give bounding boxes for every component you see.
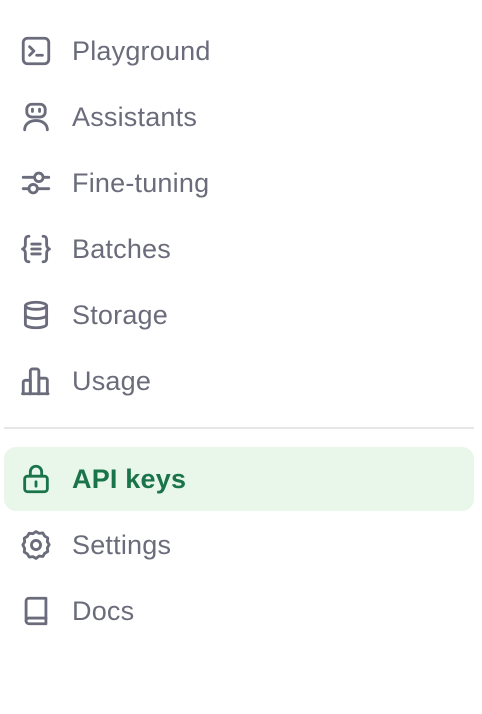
sidebar-group-primary: Playground Assistants Fine-tuning Batche… — [0, 19, 482, 413]
sidebar-group-secondary: API keys Settings Docs — [0, 447, 482, 643]
sidebar-item-label: Fine-tuning — [72, 167, 210, 198]
sidebar-item-label: Batches — [72, 233, 171, 264]
sidebar-item-settings[interactable]: Settings — [4, 513, 474, 577]
book-icon — [18, 593, 54, 629]
robot-icon — [18, 99, 54, 135]
sidebar-nav: Playground Assistants Fine-tuning Batche… — [0, 0, 482, 714]
sliders-icon — [18, 165, 54, 201]
database-icon — [18, 297, 54, 333]
sidebar-item-assistants[interactable]: Assistants — [4, 85, 474, 149]
sidebar-item-storage[interactable]: Storage — [4, 283, 474, 347]
sidebar-item-label: Settings — [72, 529, 172, 560]
lock-icon — [18, 461, 54, 497]
sidebar-item-label: Docs — [72, 595, 135, 626]
sidebar-item-api-keys[interactable]: API keys — [4, 447, 474, 511]
braces-icon — [18, 231, 54, 267]
sidebar-item-label: Usage — [72, 365, 152, 396]
sidebar-item-label: Playground — [72, 35, 211, 66]
sidebar-item-usage[interactable]: Usage — [4, 349, 474, 413]
sidebar-divider — [4, 427, 474, 429]
sidebar-item-fine-tuning[interactable]: Fine-tuning — [4, 151, 474, 215]
sidebar-item-docs[interactable]: Docs — [4, 579, 474, 643]
gear-icon — [18, 527, 54, 563]
bar-chart-icon — [18, 363, 54, 399]
sidebar-item-label: Assistants — [72, 101, 198, 132]
sidebar-item-playground[interactable]: Playground — [4, 19, 474, 83]
sidebar-item-label: API keys — [72, 463, 187, 494]
sidebar-item-batches[interactable]: Batches — [4, 217, 474, 281]
sidebar-item-label: Storage — [72, 299, 168, 330]
terminal-icon — [18, 33, 54, 69]
